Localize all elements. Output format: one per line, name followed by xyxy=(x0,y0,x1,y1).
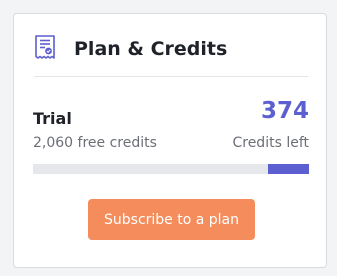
credits-left-label: Credits left xyxy=(232,135,309,151)
subscribe-button[interactable]: Subscribe to a plan xyxy=(88,199,255,240)
header-divider xyxy=(34,76,308,77)
plan-credits-card: Plan & Credits Trial 2,060 free credits … xyxy=(13,13,327,268)
card-title: Plan & Credits xyxy=(74,38,228,60)
receipt-icon xyxy=(35,35,55,59)
card-header: Plan & Credits xyxy=(34,33,227,65)
plan-name: Trial xyxy=(33,109,72,128)
free-credits-text: 2,060 free credits xyxy=(33,135,157,151)
credits-progress-bar xyxy=(33,164,309,174)
credits-left-value: 374 xyxy=(260,98,309,124)
credits-progress-fill xyxy=(267,164,309,174)
